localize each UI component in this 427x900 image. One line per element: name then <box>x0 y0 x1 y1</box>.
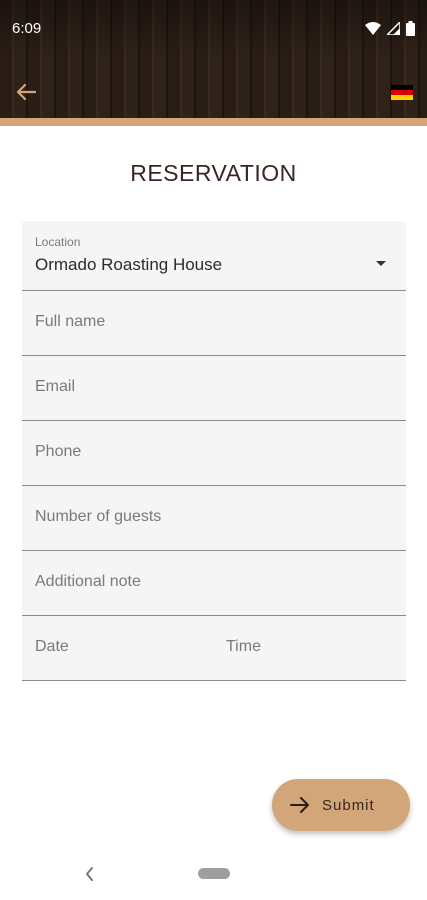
time-placeholder: Time <box>226 638 261 655</box>
reservation-form: Location Ormado Roasting House Full name… <box>22 221 406 681</box>
guests-placeholder: Number of guests <box>35 508 162 525</box>
header-accent-strip <box>0 118 427 126</box>
email-placeholder: Email <box>35 378 76 395</box>
guests-field[interactable]: Number of guests <box>22 486 406 551</box>
dropdown-arrow-icon <box>376 261 386 266</box>
nav-home-pill[interactable] <box>198 868 230 879</box>
submit-label: Submit <box>322 796 375 814</box>
phone-field[interactable]: Phone <box>22 421 406 486</box>
signal-icon <box>387 21 400 35</box>
date-field[interactable]: Date <box>22 616 214 680</box>
location-label: Location <box>35 235 81 249</box>
status-icons <box>365 20 415 36</box>
language-button[interactable] <box>391 84 413 100</box>
arrow-left-icon <box>16 83 36 101</box>
phone-placeholder: Phone <box>35 443 82 460</box>
battery-icon <box>406 20 415 36</box>
note-field[interactable]: Additional note <box>22 551 406 616</box>
flag-stripe-gold <box>391 94 413 100</box>
date-placeholder: Date <box>35 638 69 655</box>
date-time-row: Date Time <box>22 616 406 681</box>
status-time: 6:09 <box>12 19 42 37</box>
location-value: Ormado Roasting House <box>35 255 223 274</box>
note-placeholder: Additional note <box>35 573 141 590</box>
system-nav-bar <box>0 850 427 900</box>
app-bar <box>0 72 427 112</box>
full-name-field[interactable]: Full name <box>22 291 406 356</box>
time-field[interactable]: Time <box>214 616 406 680</box>
back-button[interactable] <box>14 80 38 104</box>
page-title: RESERVATION <box>130 160 297 186</box>
location-select[interactable]: Location Ormado Roasting House <box>22 221 406 291</box>
nav-back-chevron-icon[interactable] <box>82 864 96 884</box>
arrow-right-icon <box>290 797 309 813</box>
submit-button[interactable]: Submit <box>272 779 410 831</box>
full-name-placeholder: Full name <box>35 313 106 330</box>
status-bar: 6:09 <box>0 0 427 56</box>
email-field[interactable]: Email <box>22 356 406 421</box>
wifi-icon <box>365 21 381 35</box>
